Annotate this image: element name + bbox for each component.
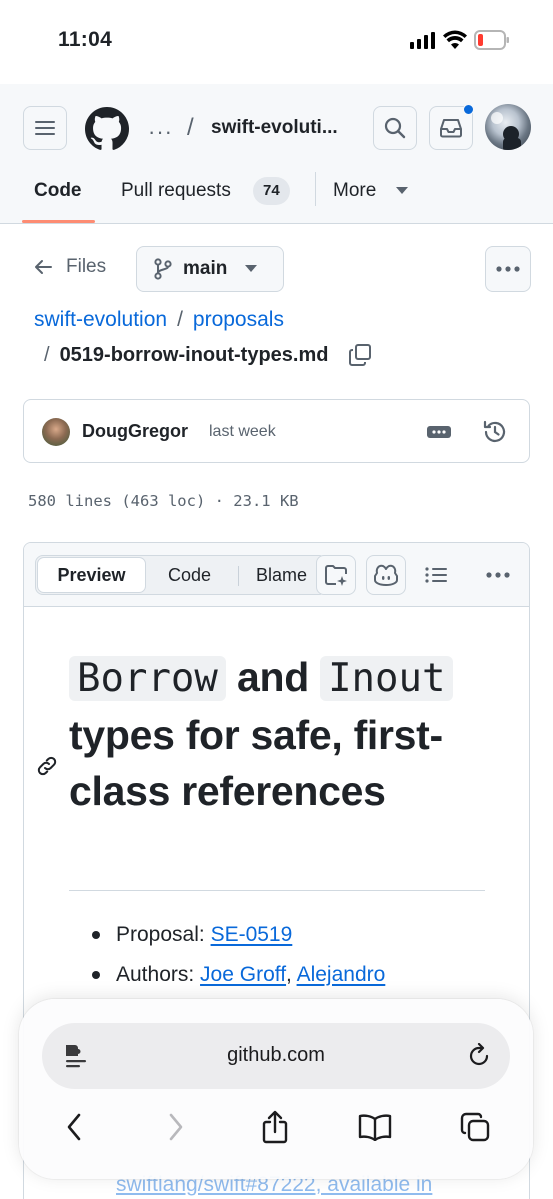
segment-divider	[238, 566, 239, 586]
bookmarks-button[interactable]	[355, 1107, 395, 1147]
author-link[interactable]: Alejandro	[297, 963, 386, 986]
chevron-left-icon	[67, 1113, 81, 1141]
history-icon[interactable]	[482, 419, 508, 445]
author-link[interactable]: Joe Groff	[200, 963, 286, 986]
authors-label: Authors:	[116, 963, 201, 986]
browser-back-button[interactable]	[54, 1107, 94, 1147]
repo-name-link[interactable]: swift-evoluti...	[211, 117, 338, 139]
view-mode-segmented-control: Preview Code Blame	[35, 555, 327, 595]
tabs-button[interactable]	[455, 1107, 495, 1147]
tab-code[interactable]: Code	[34, 180, 82, 202]
file-actions-button[interactable]	[485, 246, 531, 292]
link-anchor-icon[interactable]	[36, 755, 58, 777]
avatar-photo	[491, 112, 521, 150]
notification-indicator	[463, 104, 474, 115]
kebab-horizontal-icon	[486, 572, 510, 578]
cellular-signal-icon	[410, 32, 435, 49]
title-code-borrow: Borrow	[69, 656, 226, 701]
arrow-left-icon	[35, 260, 52, 274]
battery-icon	[474, 30, 509, 50]
wifi-icon	[443, 30, 467, 49]
list-unordered-icon	[425, 567, 447, 583]
document-title: Borrow and Inout types for safe, first-c…	[69, 649, 489, 819]
book-icon	[358, 1114, 392, 1141]
tabs-icon	[460, 1112, 490, 1142]
share-icon	[262, 1110, 288, 1144]
author-separator: ,	[286, 963, 297, 986]
viewer-more-button[interactable]	[478, 555, 518, 595]
browser-toolbar: github.com	[19, 999, 533, 1179]
commit-time: last week	[209, 423, 276, 440]
copy-path-icon[interactable]	[348, 343, 372, 367]
files-back-link[interactable]: Files	[34, 256, 106, 278]
browser-forward-button[interactable]	[156, 1107, 196, 1147]
latest-commit: DougGregor last week	[23, 399, 530, 463]
proposal-label: Proposal:	[116, 923, 211, 946]
git-branch-icon	[154, 258, 172, 280]
share-button[interactable]	[255, 1107, 295, 1147]
file-stats: 580 lines (463 loc) · 23.1 KB	[28, 492, 299, 510]
breadcrumb-repo-link[interactable]: swift-evolution	[34, 308, 167, 332]
viewer-toolbar: Preview Code Blame	[24, 543, 529, 607]
proposal-link[interactable]: SE-0519	[211, 923, 293, 946]
tab-code-view[interactable]: Code	[168, 565, 211, 586]
metadata-list: Proposal: SE-0519 Authors: Joe Groff, Al…	[92, 915, 512, 995]
hamburger-icon	[35, 121, 55, 135]
status-time: 11:04	[58, 28, 113, 51]
reload-icon[interactable]	[467, 1043, 491, 1069]
breadcrumb-separator: /	[44, 343, 50, 366]
pull-requests-count-badge: 74	[253, 177, 290, 205]
menu-button[interactable]	[23, 106, 67, 150]
copilot-icon	[374, 564, 398, 586]
address-bar[interactable]: github.com	[42, 1023, 510, 1089]
chevron-down-icon	[396, 187, 408, 194]
file-name: 0519-borrow-inout-types.md	[59, 343, 329, 366]
outline-button[interactable]	[416, 555, 456, 595]
commit-message-toggle[interactable]	[427, 420, 451, 444]
commit-author-avatar[interactable]	[42, 418, 70, 446]
ellipsis-box-icon	[427, 426, 451, 438]
breadcrumb-file: / 0519-borrow-inout-types.md	[44, 343, 372, 367]
copilot-button[interactable]	[366, 555, 406, 595]
kebab-horizontal-icon	[496, 266, 520, 272]
branch-name: main	[183, 258, 228, 279]
search-button[interactable]	[373, 106, 417, 150]
status-bar: 11:04	[0, 0, 553, 84]
tab-preview[interactable]: Preview	[37, 557, 146, 593]
chevron-down-icon	[245, 265, 258, 272]
breadcrumb: swift-evolution / proposals	[34, 308, 284, 332]
chevron-right-icon	[169, 1113, 183, 1141]
url-text: github.com	[227, 1044, 325, 1066]
github-header: ··· / swift-evoluti... Code Pull request…	[0, 84, 553, 224]
tab-blame[interactable]: Blame	[256, 565, 307, 586]
user-avatar[interactable]	[485, 104, 531, 150]
breadcrumb-dir-link[interactable]: proposals	[193, 308, 284, 332]
files-back-label: Files	[66, 256, 107, 277]
title-rest: types for safe, first-class references	[69, 712, 443, 814]
breadcrumb-separator: /	[177, 308, 183, 331]
search-icon	[384, 117, 406, 139]
tab-pull-requests[interactable]: Pull requests	[121, 180, 231, 202]
inbox-icon	[440, 119, 462, 138]
title-code-inout: Inout	[320, 656, 454, 701]
title-word-and: and	[236, 654, 309, 700]
tab-active-indicator	[22, 220, 95, 223]
tab-divider	[315, 172, 316, 206]
folder-sparkle-icon	[325, 565, 347, 586]
list-item: Authors: Joe Groff, Alejandro	[92, 955, 512, 995]
copilot-spaces-button[interactable]	[316, 555, 356, 595]
repo-owner-ellipsis[interactable]: ···	[148, 119, 173, 145]
tab-more[interactable]: More	[333, 180, 376, 202]
commit-author-link[interactable]: DougGregor	[82, 421, 188, 442]
github-logo-icon[interactable]	[85, 107, 129, 151]
list-item: Proposal: SE-0519	[92, 915, 512, 955]
branch-selector-button[interactable]: main	[136, 246, 284, 292]
heading-rule	[69, 890, 485, 891]
repo-path-separator: /	[187, 114, 194, 141]
